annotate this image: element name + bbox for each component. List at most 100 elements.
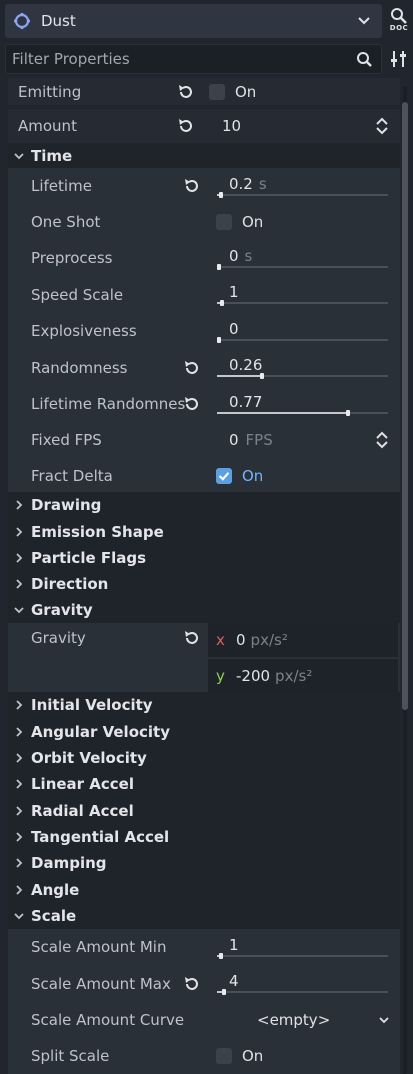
section-title: Particle Flags (31, 549, 147, 567)
property-split-scale: Split Scale On (8, 1038, 400, 1074)
slider-grabber[interactable] (346, 410, 350, 416)
slider-grabber[interactable] (217, 264, 221, 270)
lifetime-randomness-slider[interactable]: 0.77 (216, 388, 390, 420)
section-direction[interactable]: Direction (8, 571, 400, 597)
axis-label-y: y (216, 667, 225, 685)
gravity-x-field[interactable]: x 0 px/s² (208, 623, 398, 657)
emitting-checkbox[interactable] (209, 83, 225, 100)
revert-icon[interactable] (182, 394, 202, 414)
slider-unit: s (244, 247, 253, 265)
property-label: Fract Delta (31, 466, 113, 485)
chevron-right-icon (12, 751, 26, 765)
section-initial-velocity[interactable]: Initial Velocity (8, 692, 400, 718)
slider-grabber[interactable] (217, 337, 221, 343)
chevron-down-icon[interactable] (356, 12, 372, 28)
vector-value: 0 (236, 631, 246, 649)
explosiveness-slider[interactable]: 0 (216, 315, 390, 347)
speed-scale-slider[interactable]: 1 (216, 278, 390, 310)
section-drawing[interactable]: Drawing (8, 492, 400, 518)
revert-icon[interactable] (176, 82, 196, 102)
revert-icon[interactable] (182, 358, 202, 378)
property-fixed-fps: Fixed FPS 0 FPS (8, 422, 400, 458)
vector-unit: px/s² (250, 631, 288, 649)
property-speed-scale: Speed Scale 1 (8, 276, 400, 313)
fract-delta-checkbox[interactable] (216, 467, 232, 484)
section-title: Radial Accel (31, 801, 134, 820)
node-selector[interactable]: Dust (5, 4, 382, 38)
section-title: Emission Shape (31, 522, 164, 541)
randomness-slider[interactable]: 0.26 (216, 351, 390, 383)
slider-track (217, 266, 388, 268)
checkmark-icon (218, 471, 230, 481)
vector-unit: px/s² (275, 667, 313, 685)
slider-grabber[interactable] (222, 989, 226, 995)
one-shot-checkbox[interactable] (216, 214, 232, 230)
slider-track (217, 339, 388, 341)
section-title: Gravity (31, 601, 93, 619)
updown-arrows-icon[interactable] (375, 117, 389, 135)
section-gravity[interactable]: Gravity (8, 597, 400, 623)
revert-icon[interactable] (182, 628, 202, 648)
spin-value: 0 (229, 431, 239, 449)
slider-grabber[interactable] (260, 373, 264, 379)
curve-resource-picker[interactable]: <empty> (257, 1011, 330, 1029)
section-angular-velocity[interactable]: Angular Velocity (8, 718, 400, 745)
slider-grabber[interactable] (220, 300, 224, 306)
property-label: Lifetime (31, 177, 92, 195)
scrollbar-thumb[interactable] (402, 102, 408, 710)
slider-value: 0.2 (229, 175, 253, 193)
slider-grabber[interactable] (219, 953, 223, 959)
chevron-right-icon (12, 725, 26, 739)
updown-arrows-icon[interactable] (375, 431, 389, 449)
chevron-right-icon (12, 525, 26, 539)
section-particle-flags[interactable]: Particle Flags (8, 545, 400, 571)
filter-properties-input[interactable]: Filter Properties (5, 44, 382, 74)
revert-icon[interactable] (176, 116, 196, 136)
property-label: Speed Scale (31, 285, 124, 304)
scale-amount-min-slider[interactable]: 1 (216, 931, 390, 963)
slider-grabber[interactable] (219, 192, 223, 198)
section-title: Time (31, 147, 73, 165)
fixed-fps-spinbox[interactable]: 0 FPS (229, 431, 273, 449)
sliders-icon[interactable] (388, 48, 410, 70)
preprocess-slider[interactable]: 0s (216, 242, 390, 274)
lifetime-slider[interactable]: 0.2 s (216, 170, 390, 202)
revert-icon[interactable] (182, 176, 202, 196)
gpu-particles-node-icon (11, 10, 33, 32)
section-time[interactable]: Time (8, 144, 400, 168)
amount-spinbox[interactable]: 10 (222, 117, 241, 135)
inspector-list: Emitting On Amount 10 Time Lifetime 0.2 … (8, 78, 400, 1074)
property-label: Scale Amount Curve (31, 1011, 185, 1029)
checkbox-label: On (242, 466, 264, 485)
slider-track (217, 955, 388, 957)
property-label: Split Scale (31, 1047, 110, 1065)
section-title: Drawing (31, 496, 102, 514)
section-scale[interactable]: Scale (8, 903, 400, 929)
section-linear-accel[interactable]: Linear Accel (8, 771, 400, 797)
slider-value: 0 (229, 247, 239, 265)
section-title: Damping (31, 854, 107, 872)
axis-label-x: x (216, 631, 225, 649)
section-title: Direction (31, 575, 109, 593)
section-tangential-accel[interactable]: Tangential Accel (8, 824, 400, 850)
revert-icon[interactable] (182, 974, 202, 994)
gravity-y-field[interactable]: y -200 px/s² (208, 659, 398, 693)
vertical-scrollbar[interactable] (401, 86, 409, 1074)
chevron-right-icon (12, 856, 26, 870)
chevron-down-icon[interactable] (378, 1014, 390, 1026)
scale-amount-max-slider[interactable]: 4 (216, 967, 390, 999)
chevron-down-icon (12, 603, 26, 617)
section-emission-shape[interactable]: Emission Shape (8, 518, 400, 545)
chevron-right-icon (12, 577, 26, 591)
help-search-icon (391, 8, 407, 24)
split-scale-checkbox[interactable] (216, 1048, 232, 1064)
slider-value: 1 (229, 283, 239, 301)
property-label: Scale Amount Min (31, 938, 167, 956)
section-radial-accel[interactable]: Radial Accel (8, 797, 400, 824)
section-orbit-velocity[interactable]: Orbit Velocity (8, 745, 400, 771)
slider-track (217, 302, 388, 304)
property-label: Scale Amount Max (31, 974, 171, 993)
section-damping[interactable]: Damping (8, 850, 400, 876)
open-documentation-button[interactable]: DOC (386, 6, 412, 38)
section-angle[interactable]: Angle (8, 876, 400, 903)
